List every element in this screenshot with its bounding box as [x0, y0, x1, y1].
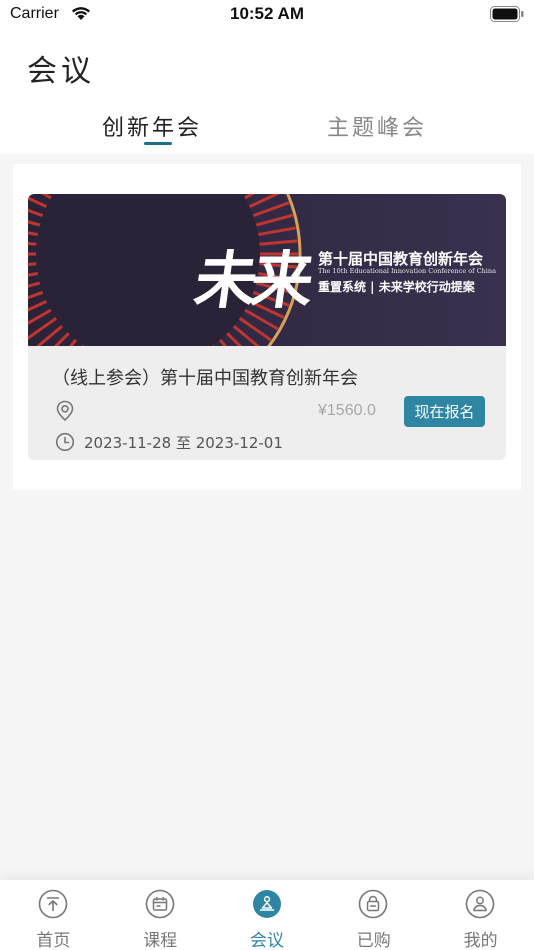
bottom-tab-bar: 首页 课程 会议 已购 我的 — [0, 880, 534, 950]
tabbar-item-purchased[interactable]: 已购 — [320, 880, 427, 950]
conference-date-range: 2023-11-28 至 2023-12-01 — [84, 434, 283, 452]
tab-theme-summit[interactable]: 主题峰会 — [327, 110, 427, 142]
location-pin-icon — [56, 400, 74, 422]
banner-subtitle: 重置系统 | 未来学校行动提案 — [318, 280, 475, 294]
tabbar-label: 课程 — [143, 931, 178, 950]
tabbar-label: 会议 — [249, 931, 284, 950]
conference-card[interactable]: 未来 第十届中国教育创新年会 The 10th Educational Inno… — [28, 194, 506, 460]
banner-big-text: 未来 — [190, 244, 313, 317]
tabbar-label: 首页 — [36, 931, 71, 950]
tabbar-label: 我的 — [463, 931, 498, 950]
home-top-icon — [38, 889, 68, 919]
battery-icon — [490, 6, 524, 22]
header: 会议 创新年会 主题峰会 — [0, 30, 534, 154]
clock-icon — [55, 432, 75, 452]
conference-list: 未来 第十届中国教育创新年会 The 10th Educational Inno… — [13, 164, 521, 490]
register-now-button[interactable]: 现在报名 — [404, 396, 485, 427]
tabbar-item-profile[interactable]: 我的 — [427, 880, 534, 950]
conference-title[interactable]: （线上参会）第十届中国教育创新年会 — [52, 364, 358, 390]
tabbar-item-home[interactable]: 首页 — [0, 880, 107, 950]
page-title: 会议 — [27, 54, 95, 89]
meeting-icon — [252, 890, 281, 918]
tab-innovation-annual[interactable]: 创新年会 — [102, 110, 202, 142]
banner-title: 第十届中国教育创新年会 — [318, 250, 484, 268]
banner-english-title: The 10th Educational Innovation Conferen… — [318, 267, 496, 275]
purchased-icon — [359, 889, 388, 919]
conference-price: ¥1560.0 — [318, 402, 376, 419]
tabbar-item-meeting[interactable]: 会议 — [214, 880, 321, 950]
tabbar-label: 已购 — [356, 931, 391, 950]
conference-banner[interactable]: 未来 第十届中国教育创新年会 The 10th Educational Inno… — [28, 194, 506, 346]
active-tab-indicator — [144, 142, 172, 145]
profile-icon — [465, 889, 495, 919]
course-icon — [145, 889, 175, 919]
tabbar-item-course[interactable]: 课程 — [107, 880, 214, 950]
status-time: 10:52 AM — [229, 4, 304, 23]
status-bar: Carrier 10:52 AM — [0, 0, 534, 30]
